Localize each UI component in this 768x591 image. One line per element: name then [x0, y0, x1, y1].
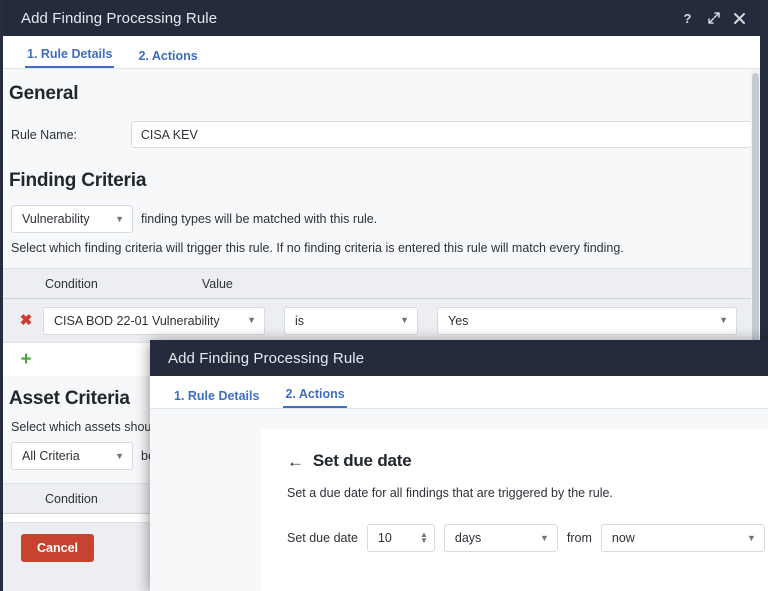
- dialog-titlebar: Add Finding Processing Rule ?: [3, 0, 760, 36]
- dialog-body-secondary: ← Set due date Set a due date for all fi…: [150, 409, 768, 591]
- help-icon[interactable]: ?: [681, 11, 694, 25]
- condition-field-select[interactable]: CISA BOD 22-01 Vulnerability ▼: [43, 306, 265, 335]
- from-label: from: [566, 531, 592, 545]
- condition-operator-select[interactable]: is ▼: [284, 306, 418, 335]
- stepper-arrows-icon[interactable]: ▲ ▼: [420, 531, 428, 545]
- panel-description: Set a due date for all findings that are…: [287, 486, 613, 500]
- back-arrow-icon[interactable]: ←: [287, 453, 304, 470]
- column-header-value: Value: [201, 276, 233, 291]
- tab-rule-details[interactable]: 1. Rule Details: [172, 389, 261, 408]
- finding-type-select-value: Vulnerability: [22, 212, 90, 226]
- rule-name-input[interactable]: CISA KEV: [130, 121, 752, 148]
- dialog-title: Add Finding Processing Rule: [21, 9, 218, 27]
- finding-criteria-description: Select which finding criteria will trigg…: [11, 241, 624, 255]
- due-date-unit-value: days: [454, 531, 482, 545]
- rule-name-label: Rule Name:: [11, 127, 77, 142]
- due-date-label: Set due date: [287, 531, 358, 545]
- condition-value-select[interactable]: Yes ▼: [437, 306, 737, 335]
- column-header-condition: Condition: [45, 491, 98, 506]
- tab-actions[interactable]: 2. Actions: [136, 49, 199, 68]
- chevron-down-icon: ▼: [115, 213, 124, 224]
- chevron-down-icon: ▼: [115, 450, 124, 461]
- due-date-anchor-select[interactable]: now ▼: [600, 524, 765, 552]
- chevron-down-icon: ▼: [247, 315, 256, 325]
- add-icon[interactable]: +: [15, 350, 37, 369]
- titlebar-actions: ?: [681, 11, 746, 25]
- panel-title-text: Set due date: [312, 451, 412, 470]
- chevron-down-icon: ▼: [539, 532, 549, 543]
- add-finding-processing-rule-dialog-secondary: Add Finding Processing Rule 1. Rule Deta…: [150, 340, 768, 591]
- due-date-unit-select[interactable]: days ▼: [443, 524, 558, 552]
- dialog-tabs: 1. Rule Details 2. Actions: [3, 36, 760, 69]
- condition-value-value: Yes: [448, 313, 469, 328]
- tab-actions[interactable]: 2. Actions: [283, 387, 347, 408]
- finding-criteria-table-header: Condition Value: [3, 268, 760, 299]
- stepper-down-icon[interactable]: ▼: [420, 537, 428, 545]
- table-row: ✖ CISA BOD 22-01 Vulnerability ▼ is ▼ Ye…: [3, 299, 760, 343]
- due-date-anchor-value: now: [611, 531, 635, 545]
- remove-condition-icon[interactable]: ✖: [15, 313, 37, 328]
- due-date-controls: Set due date 10 ▲ ▼ days ▼ from now ▼: [287, 524, 768, 552]
- finding-type-suffix-text: finding types will be matched with this …: [141, 212, 378, 226]
- column-header-condition: Condition: [45, 276, 98, 291]
- expand-icon[interactable]: [707, 11, 720, 25]
- panel-heading: ← Set due date: [287, 451, 768, 471]
- chevron-down-icon: ▼: [400, 315, 409, 325]
- finding-criteria-heading: Finding Criteria: [9, 170, 147, 191]
- dialog-tabs-secondary: 1. Rule Details 2. Actions: [150, 376, 768, 409]
- chevron-down-icon: ▼: [746, 532, 756, 543]
- screen-root: Add Finding Processing Rule ? 1. Rule De…: [0, 0, 768, 591]
- cancel-button[interactable]: Cancel: [21, 534, 94, 562]
- finding-type-select[interactable]: Vulnerability ▼: [11, 205, 133, 233]
- general-heading: General: [9, 83, 79, 104]
- chevron-down-icon: ▼: [719, 315, 728, 325]
- condition-field-value: CISA BOD 22-01 Vulnerability: [54, 313, 220, 328]
- tab-rule-details[interactable]: 1. Rule Details: [25, 47, 115, 68]
- due-date-amount-value: 10: [377, 531, 392, 545]
- due-date-amount-stepper[interactable]: 10 ▲ ▼: [366, 524, 435, 552]
- scrollbar-thumb[interactable]: [752, 73, 759, 373]
- asset-match-select[interactable]: All Criteria ▼: [11, 442, 133, 470]
- close-icon[interactable]: [733, 11, 746, 25]
- asset-match-select-value: All Criteria: [22, 449, 80, 463]
- dialog-title-secondary: Add Finding Processing Rule: [168, 349, 365, 367]
- condition-operator-value: is: [295, 313, 305, 328]
- dialog-titlebar-secondary: Add Finding Processing Rule: [150, 340, 768, 376]
- set-due-date-panel: ← Set due date Set a due date for all fi…: [261, 429, 768, 591]
